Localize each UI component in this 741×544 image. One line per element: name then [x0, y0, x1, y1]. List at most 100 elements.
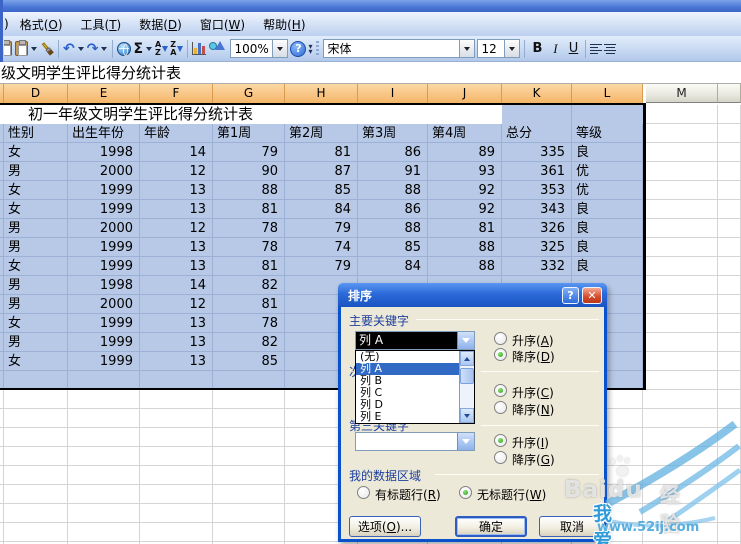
data-cell[interactable]: 1999 [68, 314, 138, 333]
data-cell[interactable]: 13 [140, 181, 211, 200]
dropdown-item[interactable]: 列 E [356, 411, 459, 423]
scroll-down-icon[interactable] [460, 408, 474, 423]
data-cell[interactable]: 90 [213, 162, 283, 181]
ok-button[interactable]: 确定 [455, 516, 527, 537]
data-cell[interactable]: 优 [572, 181, 641, 200]
no-header-radio[interactable] [459, 486, 472, 499]
data-cell[interactable]: 79 [213, 143, 283, 162]
data-cell[interactable]: 81 [428, 219, 500, 238]
data-cell[interactable]: 92 [428, 200, 500, 219]
drawing-icon[interactable] [208, 38, 228, 60]
column-header-M[interactable]: M [646, 84, 718, 103]
column-header-D[interactable]: D [4, 84, 68, 103]
data-cell[interactable]: 85 [358, 238, 426, 257]
data-cell[interactable]: 女 [4, 181, 66, 200]
data-cell[interactable]: 男 [4, 162, 66, 181]
data-cell[interactable]: 88 [358, 181, 426, 200]
data-cell[interactable]: 2000 [68, 295, 138, 314]
zoom-combobox[interactable]: 100% [230, 38, 289, 60]
data-cell[interactable]: 332 [502, 257, 570, 276]
autosum-dropdown-icon[interactable] [146, 46, 153, 51]
data-cell[interactable]: 男 [4, 238, 66, 257]
font-name-combobox[interactable]: 宋体 [323, 38, 476, 60]
chart-wizard-icon[interactable] [192, 38, 207, 60]
data-cell[interactable]: 良 [572, 200, 641, 219]
has-header-radio[interactable] [357, 486, 370, 499]
header-cell[interactable]: 总分 [502, 124, 570, 143]
data-cell[interactable]: 1999 [68, 352, 138, 371]
data-cell[interactable]: 14 [140, 143, 211, 162]
header-cell[interactable]: 等级 [572, 124, 641, 143]
toolbar-grip-handle[interactable] [316, 40, 320, 57]
header-cell[interactable]: 第3周 [358, 124, 426, 143]
data-cell[interactable]: 优 [572, 162, 641, 181]
data-cell[interactable]: 85 [285, 181, 356, 200]
data-cell[interactable]: 78 [213, 219, 283, 238]
data-cell[interactable]: 326 [502, 219, 570, 238]
data-cell[interactable]: 325 [502, 238, 570, 257]
data-cell[interactable]: 1999 [68, 333, 138, 352]
data-cell[interactable]: 343 [502, 200, 570, 219]
data-cell[interactable]: 女 [4, 143, 66, 162]
data-cell[interactable]: 良 [572, 257, 641, 276]
data-cell[interactable]: 2000 [68, 162, 138, 181]
data-cell[interactable]: 12 [140, 295, 211, 314]
data-cell[interactable]: 1998 [68, 143, 138, 162]
data-cell[interactable]: 1999 [68, 181, 138, 200]
data-cell[interactable]: 2000 [68, 219, 138, 238]
data-cell[interactable]: 88 [428, 257, 500, 276]
column-header-L[interactable]: L [572, 84, 643, 103]
data-cell[interactable]: 85 [213, 352, 283, 371]
primary-key-dropdown-list[interactable]: (无) 列 A列 B列 C列 D列 E [355, 350, 475, 424]
undo-icon[interactable]: ↶ [63, 38, 75, 60]
data-cell[interactable]: 女 [4, 314, 66, 333]
data-cell[interactable]: 13 [140, 314, 211, 333]
data-cell[interactable]: 88 [358, 219, 426, 238]
ascending-2-radio[interactable] [494, 384, 507, 397]
data-cell[interactable]: 良 [572, 219, 641, 238]
column-header-F[interactable]: F [140, 84, 213, 103]
combobox-dropdown-icon[interactable] [457, 332, 474, 349]
sort-dialog-titlebar[interactable]: 排序 ? ✕ [338, 283, 607, 307]
ascending-1-radio[interactable] [494, 332, 507, 345]
data-cell[interactable]: 88 [428, 238, 500, 257]
column-header-I[interactable]: I [358, 84, 428, 103]
column-header-G[interactable]: G [213, 84, 285, 103]
tertiary-key-combobox[interactable] [355, 432, 475, 451]
data-cell[interactable]: 84 [285, 200, 356, 219]
data-cell[interactable]: 335 [502, 143, 570, 162]
data-cell[interactable]: 12 [140, 219, 211, 238]
data-cell[interactable]: 女 [4, 352, 66, 371]
data-cell[interactable]: 91 [358, 162, 426, 181]
toolbar-options-chevron-icon[interactable]: ▾ ▾ [308, 38, 312, 60]
font-size-combobox[interactable]: 12 [477, 38, 521, 60]
dropdown-scrollbar[interactable] [459, 351, 474, 423]
menu-item[interactable]: 格式(O) [11, 13, 72, 36]
data-cell[interactable]: 1998 [68, 276, 138, 295]
italic-button[interactable]: I [547, 38, 563, 60]
bold-button[interactable]: B [529, 38, 545, 60]
selected-title-cells[interactable] [502, 105, 643, 124]
data-cell[interactable]: 男 [4, 276, 66, 295]
header-cell[interactable]: 第1周 [213, 124, 283, 143]
underline-button[interactable]: U [565, 38, 581, 60]
data-cell[interactable]: 88 [213, 181, 283, 200]
column-header-K[interactable]: K [502, 84, 572, 103]
menu-item[interactable]: 数据(D) [130, 13, 191, 36]
align-center-icon[interactable] [604, 38, 617, 60]
column-header-partial[interactable] [718, 84, 741, 103]
descending-2-radio[interactable] [494, 401, 507, 414]
data-cell[interactable]: 女 [4, 257, 66, 276]
sort-ascending-icon[interactable]: AZ [155, 38, 169, 60]
scrollbar-thumb[interactable] [460, 368, 474, 384]
data-cell[interactable]: 89 [428, 143, 500, 162]
paste-icon[interactable] [15, 38, 28, 60]
data-cell[interactable]: 86 [358, 200, 426, 219]
data-cell[interactable]: 良 [572, 143, 641, 162]
data-cell[interactable]: 男 [4, 295, 66, 314]
copy-icon[interactable] [4, 38, 13, 60]
column-header-H[interactable]: H [285, 84, 358, 103]
data-cell[interactable]: 13 [140, 257, 211, 276]
data-cell[interactable]: 81 [213, 200, 283, 219]
data-cell[interactable]: 男 [4, 333, 66, 352]
